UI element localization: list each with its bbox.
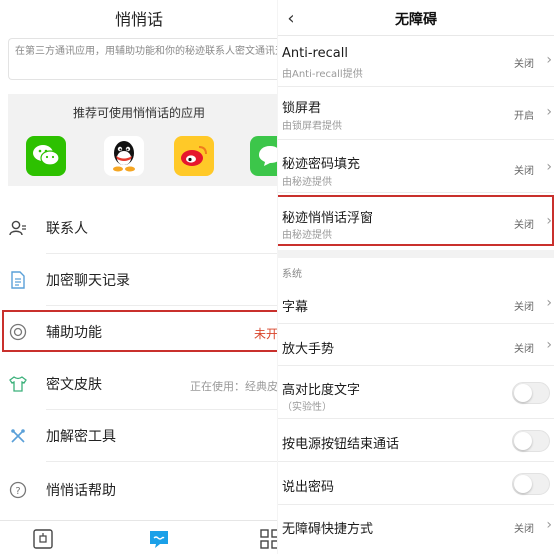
row-status: 关闭 xyxy=(514,166,534,177)
apps-grid-tab-icon[interactable] xyxy=(259,528,278,550)
row-subtitle: 由秘迹提供 xyxy=(282,177,332,188)
chevron-right-icon: › xyxy=(546,104,552,120)
whisper-screen: 悄悄话 在第三方通讯应用，用辅助功能和你的秘迹联系人密文通讯天，长按复制密文即可… xyxy=(0,0,278,554)
row-divider xyxy=(278,139,554,140)
row-title: 无障碍快捷方式 xyxy=(282,522,374,537)
svg-text:?: ? xyxy=(15,486,20,497)
service-row-lockscreen[interactable]: 锁屏君 由锁屏君提供 开启 › xyxy=(278,88,554,140)
menu-label: 加密聊天记录 xyxy=(46,273,130,289)
system-row-high-contrast[interactable]: 高对比度文字 （实验性） xyxy=(278,367,554,419)
page-title: 无障碍 xyxy=(395,12,437,28)
row-status: 关闭 xyxy=(514,524,534,535)
contacts-icon xyxy=(8,218,28,238)
section-label-system: 系统 xyxy=(282,269,302,280)
row-status: 关闭 xyxy=(514,344,534,355)
help-icon: ? xyxy=(8,480,28,500)
row-title: 秘迹密码填充 xyxy=(282,157,361,172)
row-divider xyxy=(278,365,554,366)
recommended-apps-title: 推荐可使用悄悄话的应用 xyxy=(72,106,205,120)
row-title: 字幕 xyxy=(282,300,309,315)
row-divider xyxy=(278,418,554,419)
menu-item-contacts[interactable]: 联系人 xyxy=(0,202,278,254)
qq-icon[interactable] xyxy=(104,136,144,176)
row-title: 锁屏君 xyxy=(282,101,322,116)
menu-item-cipher-skin[interactable]: 密文皮肤 正在使用：经典皮 xyxy=(0,358,278,410)
menu-item-crypto-tool[interactable]: 加解密工具 xyxy=(0,410,278,462)
chevron-right-icon: › xyxy=(546,295,552,311)
row-title: 说出密码 xyxy=(282,480,335,495)
settings-header: ‹ 无障碍 xyxy=(278,0,554,36)
shirt-icon xyxy=(8,374,28,394)
wechat-icon[interactable] xyxy=(26,136,66,176)
accessibility-highlight-box xyxy=(2,310,278,352)
row-title: Anti-recall xyxy=(282,46,348,61)
menu-label: 联系人 xyxy=(46,221,88,237)
toggle-knob xyxy=(514,475,532,493)
row-subtitle: 由Anti-recall提供 xyxy=(282,69,363,80)
service-row-password-fill[interactable]: 秘迹密码填充 由秘迹提供 关闭 › xyxy=(278,141,554,193)
notice-text: 在第三方通讯应用，用辅助功能和你的秘迹联系人密文通讯天，长按复制密文即可解密 xyxy=(8,38,278,80)
system-row-power-ends-call[interactable]: 按电源按钮结束通话 xyxy=(278,420,554,462)
row-subtitle: 由锁屏君提供 xyxy=(282,121,342,132)
row-divider xyxy=(278,323,554,324)
toggle-knob xyxy=(514,432,532,450)
toggle-knob xyxy=(514,384,532,402)
system-row-speak-passwords[interactable]: 说出密码 xyxy=(278,463,554,505)
speak-passwords-toggle[interactable] xyxy=(512,473,550,495)
menu-item-encrypted-chat-log[interactable]: 加密聊天记录 xyxy=(0,254,278,306)
system-row-captions[interactable]: 字幕 关闭 › xyxy=(278,284,554,324)
skin-status: 正在使用：经典皮 xyxy=(190,380,278,393)
row-divider xyxy=(278,192,554,193)
document-icon xyxy=(8,270,28,290)
menu-divider xyxy=(46,461,278,462)
row-status: 关闭 xyxy=(514,59,534,70)
row-title: 放大手势 xyxy=(282,342,335,357)
system-row-magnification[interactable]: 放大手势 关闭 › xyxy=(278,325,554,366)
section-gap xyxy=(278,250,554,258)
whisper-float-highlight-box xyxy=(278,195,554,246)
menu-label: 悄悄话帮助 xyxy=(46,483,116,499)
chevron-right-icon: › xyxy=(546,337,552,353)
bottom-tab-bar xyxy=(0,520,278,554)
menu-label: 加解密工具 xyxy=(46,429,116,445)
chevron-right-icon: › xyxy=(546,52,552,68)
accessibility-settings-screen: ‹ 无障碍 Anti-recall 由Anti-recall提供 关闭 › 锁屏… xyxy=(278,0,554,554)
page-title: 悄悄话 xyxy=(114,10,163,29)
high-contrast-toggle[interactable] xyxy=(512,382,550,404)
row-divider xyxy=(278,504,554,505)
power-ends-call-toggle[interactable] xyxy=(512,430,550,452)
chevron-right-icon: › xyxy=(546,517,552,533)
tools-icon xyxy=(8,426,28,446)
home-tab-icon[interactable] xyxy=(32,528,54,550)
row-divider xyxy=(278,86,554,87)
chevron-right-icon: › xyxy=(546,159,552,175)
system-row-accessibility-shortcut[interactable]: 无障碍快捷方式 关闭 › xyxy=(278,506,554,550)
row-divider xyxy=(278,461,554,462)
weibo-icon[interactable] xyxy=(174,136,214,176)
row-title: 高对比度文字 xyxy=(282,383,361,398)
menu-item-help[interactable]: ? 悄悄话帮助 xyxy=(0,464,278,516)
row-status: 关闭 xyxy=(514,302,534,313)
menu-label: 密文皮肤 xyxy=(46,377,102,393)
whisper-tab-icon[interactable] xyxy=(148,528,170,550)
row-subtitle: （实验性） xyxy=(282,402,332,413)
row-status: 开启 xyxy=(514,111,534,122)
message-icon[interactable] xyxy=(250,136,278,176)
row-title: 按电源按钮结束通话 xyxy=(282,437,400,452)
service-row-anti-recall[interactable]: Anti-recall 由Anti-recall提供 关闭 › xyxy=(278,37,554,87)
recommended-apps-panel: 推荐可使用悄悄话的应用 xyxy=(8,94,278,186)
